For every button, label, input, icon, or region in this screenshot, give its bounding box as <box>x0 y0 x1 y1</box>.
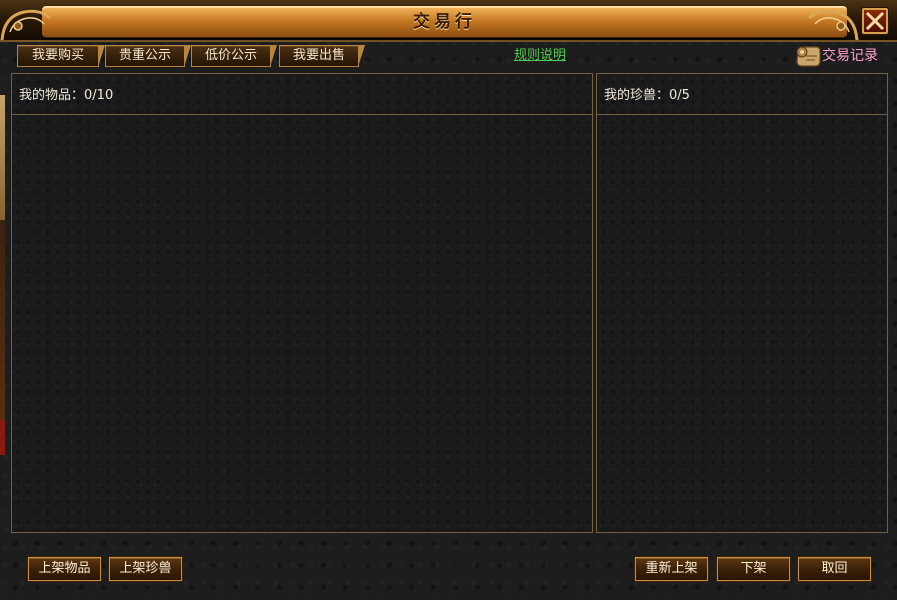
tab-low-price-notice[interactable]: 低价公示 <box>191 45 277 67</box>
list-item-button[interactable]: 上架物品 <box>27 556 102 582</box>
tab-valuable-notice[interactable]: 贵重公示 <box>105 45 191 67</box>
ornament-right-icon <box>807 9 859 41</box>
ornament-left-icon <box>0 9 52 41</box>
rules-link[interactable]: 规则说明 <box>505 47 575 65</box>
my-pets-panel: 我的珍兽：0/5 <box>596 73 888 533</box>
delist-button[interactable]: 下架 <box>716 556 791 582</box>
tab-sell[interactable]: 我要出售 <box>279 45 365 67</box>
my-pets-label: 我的珍兽： <box>604 88 670 103</box>
my-pets-count: 0/5 <box>669 88 690 103</box>
my-items-list[interactable] <box>12 115 592 532</box>
close-button[interactable] <box>862 8 888 34</box>
background-edge-dark <box>0 220 5 420</box>
list-pet-button[interactable]: 上架珍兽 <box>108 556 183 582</box>
my-items-panel: 我的物品：0/10 <box>11 73 593 533</box>
my-pets-header: 我的珍兽：0/5 <box>597 74 887 115</box>
my-items-label: 我的物品： <box>19 88 85 103</box>
my-items-count: 0/10 <box>84 88 114 103</box>
relist-button[interactable]: 重新上架 <box>634 556 709 582</box>
background-edge-red <box>0 420 5 455</box>
close-icon <box>866 12 884 30</box>
title-bar[interactable]: 交易行 <box>0 0 897 42</box>
window-title: 交易行 <box>413 12 476 32</box>
trade-record-label: 交易记录 <box>822 48 878 64</box>
trade-record-button[interactable]: 交易记录 <box>794 43 892 69</box>
background-edge-gold <box>0 95 5 220</box>
retrieve-button[interactable]: 取回 <box>797 556 872 582</box>
my-pets-list[interactable] <box>597 115 887 532</box>
title-banner: 交易行 <box>42 6 847 38</box>
trade-window: 交易行 我要购买 贵重公示 低价公示 我要出售 规则说明 交易记录 我的物品：0… <box>0 0 897 600</box>
scroll-icon <box>796 46 821 67</box>
tab-buy[interactable]: 我要购买 <box>17 45 105 67</box>
my-items-header: 我的物品：0/10 <box>12 74 592 115</box>
